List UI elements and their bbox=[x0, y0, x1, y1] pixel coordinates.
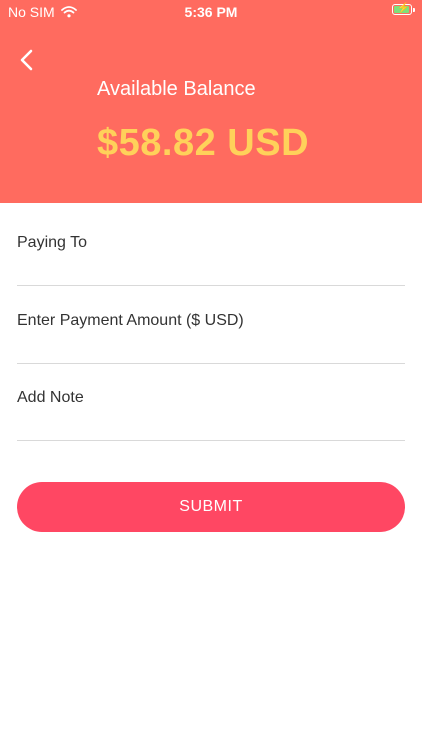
payment-amount-field[interactable]: Enter Payment Amount ($ USD) bbox=[17, 286, 405, 364]
note-input[interactable] bbox=[17, 413, 405, 435]
note-label: Add Note bbox=[17, 389, 84, 406]
battery-charging-icon: ⚡ bbox=[392, 3, 415, 15]
balance-header: No SIM 5:36 PM ⚡ Available Balance $58.8… bbox=[0, 0, 422, 203]
payment-amount-input[interactable] bbox=[17, 336, 405, 358]
note-field[interactable]: Add Note bbox=[17, 363, 405, 441]
payment-amount-label: Enter Payment Amount ($ USD) bbox=[17, 312, 244, 329]
chevron-left-icon bbox=[20, 49, 33, 71]
status-bar: No SIM 5:36 PM ⚡ bbox=[0, 0, 422, 24]
bolt-icon: ⚡ bbox=[397, 3, 410, 14]
balance-amount: $58.82 USD bbox=[97, 122, 310, 164]
paying-to-label: Paying To bbox=[17, 234, 87, 251]
submit-button[interactable]: SUBMIT bbox=[17, 482, 405, 532]
clock: 5:36 PM bbox=[184, 4, 238, 20]
back-button[interactable] bbox=[12, 44, 40, 76]
balance-label: Available Balance bbox=[97, 78, 256, 100]
paying-to-input[interactable] bbox=[17, 258, 405, 280]
paying-to-field[interactable]: Paying To bbox=[17, 208, 405, 286]
